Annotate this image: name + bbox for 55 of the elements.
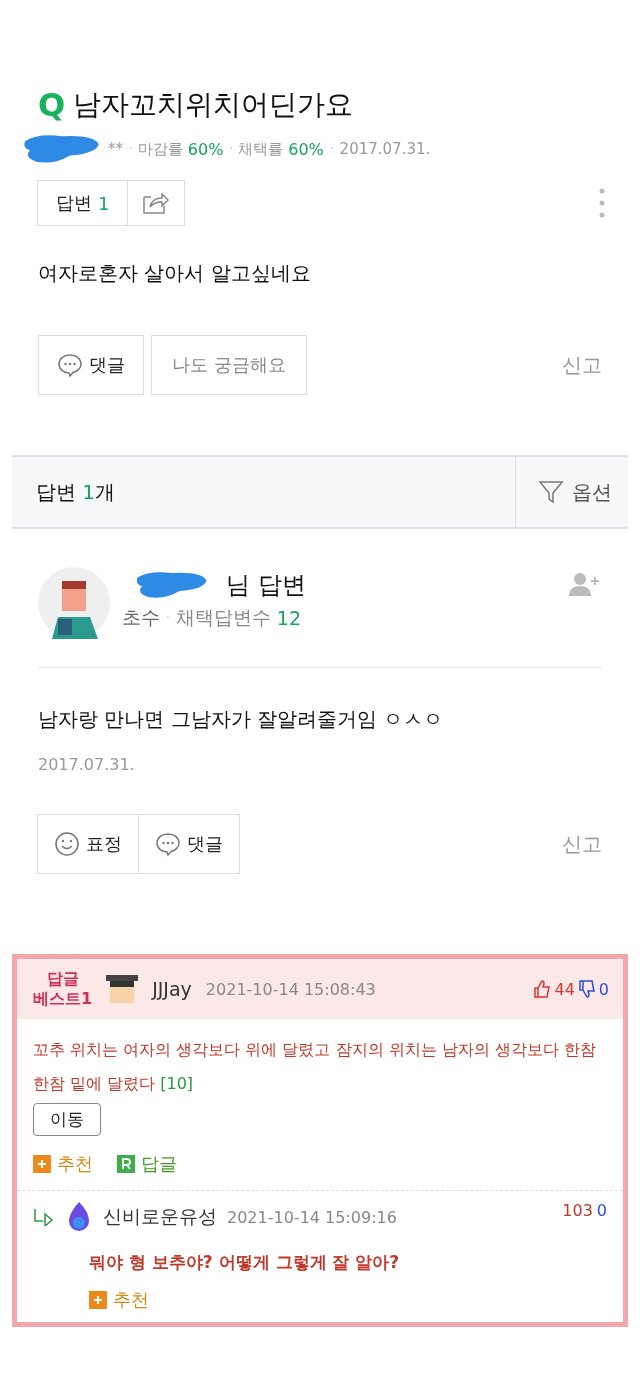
- reply-arrow-icon: [33, 1208, 55, 1226]
- question-body: 여자로혼자 살아서 알고싶네요: [38, 261, 311, 285]
- comment-author: JJJay: [152, 978, 192, 1000]
- meta-value: 60%: [288, 139, 324, 159]
- question-date: 2017.07.31.: [339, 140, 431, 158]
- reply-author: 신비로운유성: [103, 1204, 217, 1229]
- move-button[interactable]: 이동: [33, 1103, 101, 1136]
- best-reply-label: 답글 베스트1: [33, 969, 93, 1009]
- reply-body: 뭐야 형 보추야? 어떻게 그렇게 잘 알아?: [89, 1252, 400, 1272]
- user-avatar-icon: [106, 973, 139, 1005]
- stat-label: 채택답변수: [175, 605, 271, 630]
- question-mark: Q: [38, 86, 66, 124]
- answer-count-button[interactable]: 답변 1: [37, 180, 129, 226]
- share-icon: [142, 191, 171, 215]
- comment-button[interactable]: 댓글: [38, 335, 144, 395]
- dislike-count: 0: [598, 979, 609, 999]
- speech-bubble-icon: [155, 831, 181, 857]
- curious-button[interactable]: 나도 궁금해요: [151, 335, 307, 395]
- meta-label: 마감률: [137, 139, 183, 159]
- share-button[interactable]: [127, 180, 186, 226]
- plus-square-icon: [33, 1155, 51, 1173]
- comment-body: 꼬추 위치는 여자의 생각보다 위에 달렸고 잠지의 위치는 남자의 생각보다 한참 한참 밑에 달렸다 [10]: [32, 1039, 597, 1095]
- answer-body: 남자랑 만나면 그남자가 잘알려줄거임 ㅇㅅㅇ: [38, 707, 444, 731]
- thumbs-down-icon[interactable]: [577, 980, 596, 998]
- speech-bubble-icon: [57, 352, 83, 378]
- reply-time: 2021-10-14 15:09:16: [227, 1207, 397, 1227]
- reply-square-icon: [117, 1155, 135, 1173]
- filter-icon: [538, 479, 564, 505]
- plus-square-icon: [89, 1291, 107, 1309]
- meta-value: 60%: [187, 139, 224, 159]
- author-name: **: [108, 140, 123, 158]
- avatar-drawing: [38, 567, 110, 639]
- separator-dot: ·: [166, 611, 170, 625]
- question-title: 남자꼬치위치어딘가요: [73, 87, 354, 123]
- add-friend-icon[interactable]: [568, 571, 602, 597]
- answerer-name: 님 답변: [226, 570, 306, 601]
- emoji-button[interactable]: 표정: [37, 814, 139, 874]
- meta-label: 채택률: [238, 139, 284, 159]
- dislike-count: 0: [596, 1201, 607, 1220]
- separator-dot: ·: [129, 142, 133, 156]
- more-options-icon[interactable]: [598, 187, 606, 219]
- separator-dot: ·: [229, 142, 234, 156]
- like-count: 44: [554, 979, 575, 999]
- like-count: 103: [562, 1201, 593, 1220]
- thumbs-up-icon[interactable]: [533, 980, 552, 998]
- options-button[interactable]: 옵션: [515, 457, 628, 527]
- stat-value: 12: [276, 607, 301, 629]
- comment-button[interactable]: 댓글: [138, 814, 240, 874]
- comment-time: 2021-10-14 15:08:43: [205, 979, 376, 999]
- answerer-level: 초수: [122, 605, 160, 630]
- separator-dot: ·: [329, 142, 334, 156]
- reply-button[interactable]: 답글: [117, 1152, 177, 1176]
- answers-count: 답변 1개: [36, 478, 116, 506]
- answer-date: 2017.07.31.: [38, 755, 135, 774]
- smiley-icon: [54, 831, 80, 857]
